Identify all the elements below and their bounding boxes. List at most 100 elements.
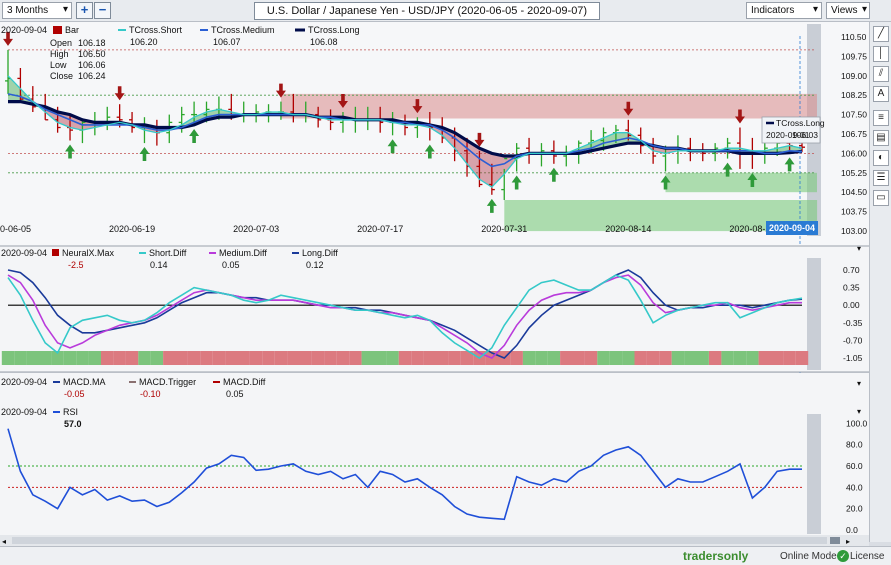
neural-strip-cell xyxy=(783,351,796,365)
neural-strip-cell xyxy=(547,351,561,365)
period-select-value: 3 Months xyxy=(7,5,49,16)
views-select-label: Views xyxy=(831,5,858,16)
neural-strip-cell xyxy=(696,351,709,365)
zoom-in-button[interactable]: + xyxy=(76,2,93,19)
short-diff-label: Short.Diff xyxy=(149,248,187,258)
macd-panel-menu-icon: ▾ xyxy=(857,379,861,388)
status-bar: tradersonly Online Mode ✓ License xyxy=(0,546,891,565)
close-value: 106.24 xyxy=(78,71,106,81)
neural-legend-value: -2.5 xyxy=(68,260,84,270)
diff-y-tick: -0.35 xyxy=(843,318,863,328)
neural-strip-cell xyxy=(299,351,312,365)
neural-strip-cell xyxy=(274,351,288,365)
price-x-tick: 2020-06-19 xyxy=(109,224,155,234)
price-x-tick: 2020-07-17 xyxy=(357,224,403,234)
diff-scrollbar[interactable] xyxy=(807,258,821,370)
chart-area[interactable]: 110.50 109.75 109.00 108.25 107.50 106.75 106.… xyxy=(0,22,869,546)
list-tool-icon[interactable]: ☰ xyxy=(873,170,889,186)
price-y-tick: 109.00 xyxy=(841,71,867,81)
neural-strip-cell xyxy=(374,351,387,365)
neural-strip-cell xyxy=(671,351,685,365)
low-value: 106.06 xyxy=(78,60,106,70)
line-tool-icon[interactable]: ╱ xyxy=(873,26,889,42)
neural-strip-cell xyxy=(200,351,213,365)
channel-tool-icon[interactable]: ⫽ xyxy=(873,66,889,82)
diff-panel-menu-icon: ▾ xyxy=(857,244,861,253)
price-y-tick: 105.25 xyxy=(841,168,867,178)
diff-y-tick: -0.70 xyxy=(843,335,863,345)
neural-strip-cell xyxy=(584,351,598,365)
neural-strip-cell xyxy=(758,351,771,365)
diff-y-tick: 0.00 xyxy=(843,300,860,310)
neural-strip-cell xyxy=(709,351,722,365)
views-select[interactable]: Views ▾ xyxy=(826,2,870,19)
diff-y-tick: 0.70 xyxy=(843,265,860,275)
macd-legend-date: 2020-09-04 xyxy=(1,377,47,387)
cycle-tool-icon[interactable]: ◐ xyxy=(873,150,889,166)
neural-strip-cell xyxy=(510,351,523,365)
neural-strip-cell xyxy=(187,351,201,365)
short-legend-value: 106.20 xyxy=(130,37,158,47)
medium-diff-value: 0.05 xyxy=(222,260,240,270)
rsi-y-tick: 20.0 xyxy=(846,504,863,514)
neural-strip-cell xyxy=(76,351,89,365)
macd-diff-value: 0.05 xyxy=(226,389,244,399)
fib-tool-icon[interactable]: ≡ xyxy=(873,110,889,126)
neural-strip-cell xyxy=(572,351,585,365)
neural-strip-cell xyxy=(262,351,275,365)
grid-tool-icon[interactable]: ▤ xyxy=(873,130,889,146)
short-legend-label: TCross.Short xyxy=(129,25,183,35)
neural-strip-cell xyxy=(448,351,461,365)
neural-strip-cell xyxy=(411,351,424,365)
diff-y-tick: 0.35 xyxy=(843,283,860,293)
top-toolbar: 3 Months ▾ + − U.S. Dollar / Japanese Ye… xyxy=(0,0,891,22)
resistance-zone xyxy=(280,93,817,119)
comment-tool-icon[interactable]: ▭ xyxy=(873,190,889,206)
vertical-line-tool-icon[interactable]: │ xyxy=(873,46,889,62)
rsi-scrollbar[interactable] xyxy=(807,414,821,534)
neural-strip-cell xyxy=(138,351,151,365)
rsi-y-tick: 40.0 xyxy=(846,482,863,492)
bar-legend-label: Bar xyxy=(65,25,79,35)
period-select[interactable]: 3 Months ▾ xyxy=(2,2,72,19)
long-legend-label: TCross.Long xyxy=(308,25,360,35)
horizontal-scroll-track[interactable] xyxy=(12,537,827,544)
zoom-out-button[interactable]: − xyxy=(94,2,111,19)
neural-strip-cell xyxy=(349,351,362,365)
rsi-y-tick: 100.0 xyxy=(846,418,868,428)
support-zone xyxy=(665,172,817,193)
price-x-tick: 2020-07-03 xyxy=(233,224,279,234)
neural-strip-cell xyxy=(609,351,623,365)
neural-strip-cell xyxy=(398,351,412,365)
neural-strip-cell xyxy=(237,351,250,365)
neural-strip-cell xyxy=(125,351,139,365)
neural-strip-cell xyxy=(436,351,449,365)
rsi-legend-date: 2020-09-04 xyxy=(1,407,47,417)
neural-strip-cell xyxy=(14,351,27,365)
long-diff-value: 0.12 xyxy=(306,260,324,270)
rsi-y-tick: 0.0 xyxy=(846,525,858,535)
macd-trigger-value: -0.10 xyxy=(140,389,161,399)
high-value: 106.50 xyxy=(78,49,106,59)
text-tool-icon[interactable]: A xyxy=(873,86,889,102)
neural-strip-cell xyxy=(88,351,101,365)
neural-strip-cell xyxy=(522,351,536,365)
neural-strip-cell xyxy=(795,351,809,365)
medium-legend-label: TCross.Medium xyxy=(211,25,275,35)
rsi-legend-label: RSI xyxy=(63,407,78,417)
indicators-select[interactable]: Indicators ▾ xyxy=(746,2,822,19)
neural-strip-cell xyxy=(659,351,672,365)
macd-rsi-panel-bg xyxy=(0,373,869,535)
diff-legend-date: 2020-09-04 xyxy=(1,248,47,258)
low-label: Low xyxy=(50,60,67,70)
neural-strip-cell xyxy=(361,351,374,365)
neural-strip-cell xyxy=(287,351,300,365)
rsi-y-tick: 80.0 xyxy=(846,440,863,450)
price-y-tick: 103.00 xyxy=(841,226,867,236)
neural-strip-cell xyxy=(101,351,114,365)
neural-strip-cell xyxy=(535,351,548,365)
horizontal-scroll-thumb[interactable] xyxy=(830,537,840,544)
neural-legend-label: NeuralX.Max xyxy=(62,248,115,258)
price-x-tick: 2020-08-14 xyxy=(605,224,651,234)
diff-y-tick: -1.05 xyxy=(843,353,863,363)
